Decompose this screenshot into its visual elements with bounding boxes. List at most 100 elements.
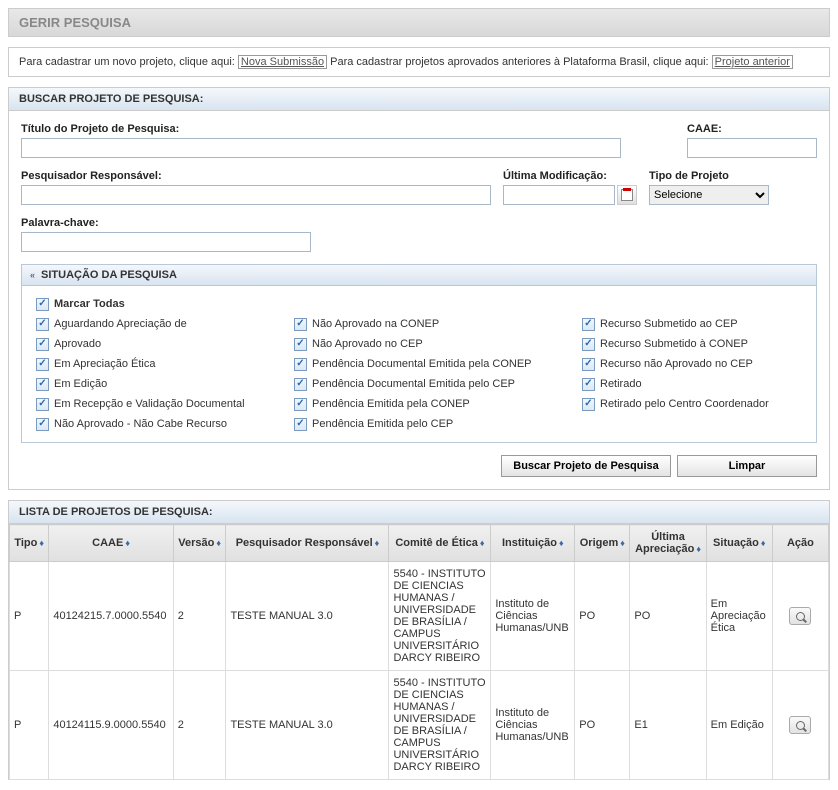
- ultima-mod-input[interactable]: [503, 185, 615, 205]
- intro-text-2: Para cadastrar projetos aprovados anteri…: [330, 56, 712, 68]
- situacao-panel: « SITUAÇÃO DA PESQUISA ✓ Marcar Todas ✓ Agu…: [21, 264, 817, 443]
- table-row: P40124215.7.0000.55402TESTE MANUAL 3.055…: [10, 562, 829, 671]
- th-tipo[interactable]: Tipo♦: [10, 525, 49, 562]
- checkbox-col3-0[interactable]: ✓: [582, 318, 595, 331]
- th-caae[interactable]: CAAE♦: [49, 525, 173, 562]
- situacao-col-3: ✓ Recurso Submetido ao CEP ✓ Recurso Submet…: [582, 316, 769, 432]
- pesquisador-label: Pesquisador Responsável:: [21, 170, 491, 182]
- cell-origem: PO: [575, 671, 630, 780]
- cell-origem: PO: [575, 562, 630, 671]
- situacao-title: SITUAÇÃO DA PESQUISA: [41, 269, 177, 281]
- cell-ultima: E1: [630, 671, 706, 780]
- view-button[interactable]: [789, 607, 811, 625]
- cb-label: Recurso Submetido à CONEP: [600, 338, 748, 350]
- magnifier-icon: [796, 721, 805, 730]
- cell-acao: [772, 562, 828, 671]
- marcar-todas-label: Marcar Todas: [54, 298, 125, 310]
- th-pesquisador[interactable]: Pesquisador Responsável♦: [226, 525, 389, 562]
- cell-situacao: Em Edição: [706, 671, 772, 780]
- titulo-input[interactable]: [21, 138, 621, 158]
- collapse-icon: «: [30, 270, 35, 280]
- titulo-label: Título do Projeto de Pesquisa:: [21, 123, 675, 135]
- checkbox-marcar-todas[interactable]: ✓: [36, 298, 49, 311]
- checkbox-col2-1[interactable]: ✓: [294, 338, 307, 351]
- caae-label: CAAE:: [687, 123, 817, 135]
- th-instituicao[interactable]: Instituição♦: [491, 525, 575, 562]
- cell-instituicao: Instituto de Ciências Humanas/UNB: [491, 562, 575, 671]
- nova-submissao-link[interactable]: Nova Submissão: [238, 55, 327, 69]
- projects-table: Tipo♦ CAAE♦ Versão♦ Pesquisador Responsá…: [9, 524, 829, 780]
- checkbox-col1-1[interactable]: ✓: [36, 338, 49, 351]
- checkbox-col2-4[interactable]: ✓: [294, 398, 307, 411]
- th-versao[interactable]: Versão♦: [173, 525, 226, 562]
- calendar-button[interactable]: [617, 185, 637, 205]
- calendar-icon: [621, 189, 633, 201]
- list-panel: LISTA DE PROJETOS DE PESQUISA: Tipo♦ CAA…: [8, 500, 830, 780]
- checkbox-col3-4[interactable]: ✓: [582, 398, 595, 411]
- search-panel: BUSCAR PROJETO DE PESQUISA: Título do Pr…: [8, 87, 830, 490]
- cb-label: Pendência Emitida pelo CEP: [312, 418, 453, 430]
- checkbox-col2-5[interactable]: ✓: [294, 418, 307, 431]
- cb-label: Aprovado: [54, 338, 101, 350]
- cb-label: Aguardando Apreciação de: [54, 318, 187, 330]
- th-acao: Ação: [772, 525, 828, 562]
- cb-label: Recurso Submetido ao CEP: [600, 318, 738, 330]
- cb-label: Em Edição: [54, 378, 107, 390]
- checkbox-col1-5[interactable]: ✓: [36, 418, 49, 431]
- cell-ultima: PO: [630, 562, 706, 671]
- tipo-projeto-label: Tipo de Projeto: [649, 170, 769, 182]
- th-comite[interactable]: Comitê de Ética♦: [389, 525, 491, 562]
- cb-label: Em Apreciação Ética: [54, 358, 156, 370]
- checkbox-col3-2[interactable]: ✓: [582, 358, 595, 371]
- situacao-panel-header[interactable]: « SITUAÇÃO DA PESQUISA: [22, 265, 816, 286]
- buscar-button[interactable]: Buscar Projeto de Pesquisa: [501, 455, 671, 477]
- cell-versao: 2: [173, 562, 226, 671]
- caae-input[interactable]: [687, 138, 817, 158]
- palavra-label: Palavra-chave:: [21, 217, 311, 229]
- cell-instituicao: Instituto de Ciências Humanas/UNB: [491, 671, 575, 780]
- checkbox-col2-2[interactable]: ✓: [294, 358, 307, 371]
- tipo-projeto-select[interactable]: Selecione: [649, 185, 769, 205]
- checkbox-col1-4[interactable]: ✓: [36, 398, 49, 411]
- list-panel-header: LISTA DE PROJETOS DE PESQUISA:: [9, 501, 829, 524]
- cb-label: Pendência Documental Emitida pelo CEP: [312, 378, 515, 390]
- cb-label: Pendência Documental Emitida pela CONEP: [312, 358, 532, 370]
- limpar-button[interactable]: Limpar: [677, 455, 817, 477]
- cb-label: Recurso não Aprovado no CEP: [600, 358, 753, 370]
- th-situacao[interactable]: Situação♦: [706, 525, 772, 562]
- view-button[interactable]: [789, 716, 811, 734]
- cb-label: Não Aprovado na CONEP: [312, 318, 439, 330]
- situacao-col-1: ✓ Marcar Todas ✓ Aguardando Apreciação de ✓ A…: [36, 296, 286, 432]
- intro-box: Para cadastrar um novo projeto, clique a…: [8, 47, 830, 77]
- checkbox-col1-2[interactable]: ✓: [36, 358, 49, 371]
- cb-label: Retirado: [600, 378, 642, 390]
- pesquisador-input[interactable]: [21, 185, 491, 205]
- cb-label: Retirado pelo Centro Coordenador: [600, 398, 769, 410]
- checkbox-col3-3[interactable]: ✓: [582, 378, 595, 391]
- checkbox-col3-1[interactable]: ✓: [582, 338, 595, 351]
- checkbox-col1-0[interactable]: ✓: [36, 318, 49, 331]
- cell-caae: 40124215.7.0000.5540: [49, 562, 173, 671]
- magnifier-icon: [796, 612, 805, 621]
- intro-text-1: Para cadastrar um novo projeto, clique a…: [19, 56, 238, 68]
- th-ultima[interactable]: Última Apreciação♦: [630, 525, 706, 562]
- table-row: P40124115.9.0000.55402TESTE MANUAL 3.055…: [10, 671, 829, 780]
- situacao-col-2: ✓ Não Aprovado na CONEP ✓ Não Aprovado no C…: [294, 316, 574, 432]
- checkbox-col1-3[interactable]: ✓: [36, 378, 49, 391]
- projeto-anterior-link[interactable]: Projeto anterior: [712, 55, 793, 69]
- th-origem[interactable]: Origem♦: [575, 525, 630, 562]
- checkbox-col2-3[interactable]: ✓: [294, 378, 307, 391]
- cell-situacao: Em Apreciação Ética: [706, 562, 772, 671]
- cell-acao: [772, 671, 828, 780]
- page-title: GERIR PESQUISA: [8, 8, 830, 37]
- checkbox-col2-0[interactable]: ✓: [294, 318, 307, 331]
- cb-label: Não Aprovado no CEP: [312, 338, 423, 350]
- cell-pesquisador: TESTE MANUAL 3.0: [226, 671, 389, 780]
- cb-label: Em Recepção e Validação Documental: [54, 398, 245, 410]
- cell-tipo: P: [10, 671, 49, 780]
- cell-pesquisador: TESTE MANUAL 3.0: [226, 562, 389, 671]
- cell-comite: 5540 - INSTITUTO DE CIENCIAS HUMANAS / U…: [389, 562, 491, 671]
- cb-label: Não Aprovado - Não Cabe Recurso: [54, 418, 227, 430]
- cell-comite: 5540 - INSTITUTO DE CIENCIAS HUMANAS / U…: [389, 671, 491, 780]
- palavra-input[interactable]: [21, 232, 311, 252]
